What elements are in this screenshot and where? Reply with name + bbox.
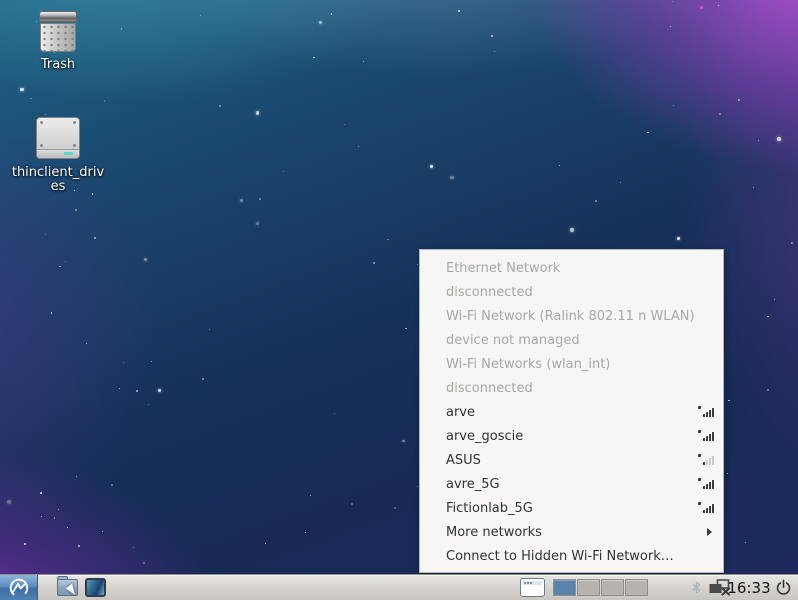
menu-status-item: disconnected [420, 280, 723, 304]
menu-item-label: avre_5G [446, 477, 697, 492]
menu-status-item: device not managed [420, 328, 723, 352]
menu-status-item: Wi-Fi Network (Ralink 802.11 n WLAN) [420, 304, 723, 328]
menu-status-item: disconnected [420, 376, 723, 400]
window-icon [520, 578, 545, 597]
menu-wifi-network-item[interactable]: arve [420, 400, 723, 424]
menu-item-label: ASUS [446, 453, 697, 468]
menu-item-label: arve_goscie [446, 429, 697, 444]
folder-icon [57, 579, 78, 596]
desktop-screen: Trash thinclient_drives Ethernet Network… [0, 0, 798, 600]
menu-wifi-network-item[interactable]: Fictionlab_5G [420, 496, 723, 520]
workspace-cell-2[interactable] [577, 579, 600, 596]
menu-item-label: Ethernet Network [446, 261, 714, 276]
desktop-thumbnail-icon [85, 578, 106, 597]
menu-item-label: device not managed [446, 333, 714, 348]
menu-item-label: disconnected [446, 381, 714, 396]
submenu-arrow-icon [707, 528, 712, 536]
menu-wifi-network-item[interactable]: arve_goscie [420, 424, 723, 448]
power-icon [775, 579, 792, 596]
menu-item-label: arve [446, 405, 697, 420]
menu-item-label: disconnected [446, 285, 714, 300]
menu-more-networks-item[interactable]: More networks [420, 520, 723, 544]
menu-item-label: More networks [446, 525, 707, 540]
clock[interactable]: 16:33 [728, 575, 770, 600]
bluetooth-icon [691, 580, 702, 595]
desktop-icon-label: Trash [41, 58, 75, 72]
wifi-signal-icon [697, 430, 714, 442]
menu-item-label: Connect to Hidden Wi-Fi Network… [446, 549, 714, 564]
file-manager-launcher[interactable] [56, 575, 78, 600]
wifi-signal-icon [697, 406, 714, 418]
taskbar: 16:33 [0, 574, 798, 600]
drive-icon-led [64, 152, 73, 155]
start-menu-button[interactable] [0, 575, 38, 600]
trash-icon-lid [39, 11, 77, 22]
menu-item-label: Wi-Fi Networks (wlan_int) [446, 357, 714, 372]
wifi-signal-icon [697, 478, 714, 490]
menu-item-label: Wi-Fi Network (Ralink 802.11 n WLAN) [446, 309, 714, 324]
lubuntu-logo-icon [8, 577, 30, 599]
window-list-button[interactable] [517, 575, 548, 600]
menu-wifi-network-item[interactable]: ASUS [420, 448, 723, 472]
menu-action-item[interactable]: Connect to Hidden Wi-Fi Network… [420, 544, 723, 568]
desktop-icon-thinclient-drives[interactable]: thinclient_drives [8, 117, 108, 194]
menu-wifi-network-item[interactable]: avre_5G [420, 472, 723, 496]
wifi-signal-icon [697, 454, 714, 466]
show-desktop-button[interactable] [84, 575, 106, 600]
menu-item-label: Fictionlab_5G [446, 501, 697, 516]
network-manager-menu: Ethernet Network disconnected Wi-Fi Networ… [419, 249, 724, 573]
workspace-pager[interactable] [553, 575, 648, 600]
menu-status-item: Ethernet Network [420, 256, 723, 280]
desktop-icon-trash[interactable]: Trash [8, 11, 108, 72]
bluetooth-tray-item[interactable] [688, 575, 704, 600]
trash-icon-body [40, 23, 76, 52]
workspace-cell-3[interactable] [601, 579, 624, 596]
drive-icon-band [37, 149, 79, 158]
workspace-cell-4[interactable] [625, 579, 648, 596]
wifi-signal-icon [697, 502, 714, 514]
trash-icon [39, 11, 77, 51]
workspace-cell-1[interactable] [553, 579, 576, 596]
drive-icon [36, 117, 80, 159]
logout-button[interactable] [771, 575, 795, 600]
menu-status-item: Wi-Fi Networks (wlan_int) [420, 352, 723, 376]
desktop-icon-label: thinclient_drives [10, 166, 106, 194]
